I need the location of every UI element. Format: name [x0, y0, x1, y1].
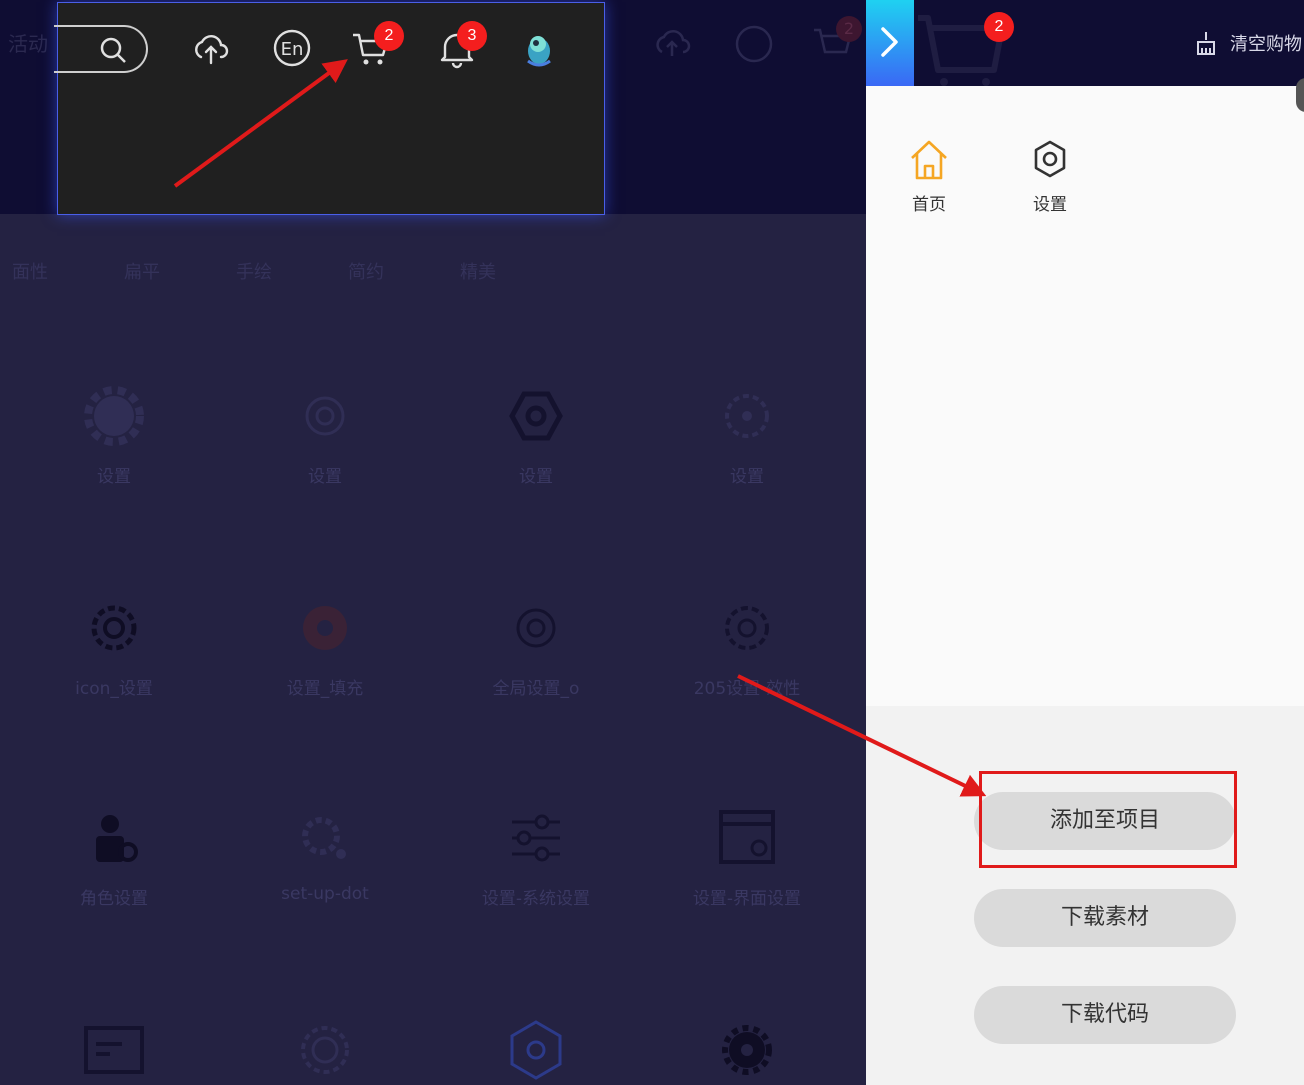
grid-item[interactable]: 设置 [225, 384, 425, 487]
tab-simple[interactable]: 简约 [348, 258, 384, 284]
grid-item[interactable]: 设置 [436, 384, 636, 487]
grid-item[interactable]: 205设置-效性 [647, 596, 847, 699]
gear-outline-icon [725, 606, 769, 650]
cloud-upload-icon [656, 30, 691, 56]
gear-outline-icon [516, 608, 556, 648]
gear-badge-icon [510, 1020, 562, 1080]
tab-exquisite[interactable]: 精美 [460, 258, 496, 284]
gear-dotted-icon [725, 394, 769, 438]
grid-item[interactable] [647, 1018, 847, 1085]
clear-cart-label: 清空购物 [1230, 34, 1302, 55]
language-en-icon[interactable]: En [271, 27, 313, 69]
scrollbar-thumb[interactable] [1296, 78, 1304, 112]
clear-cart-button[interactable]: 清空购物 [1194, 28, 1302, 58]
gear-outline-icon [305, 396, 345, 436]
sliders-icon [512, 814, 560, 862]
tab-flat[interactable]: 扁平 [124, 258, 160, 284]
panel-header: 2 清空购物 [866, 0, 1304, 86]
grid-item[interactable]: set-up-dot [225, 806, 425, 904]
nav-settings[interactable]: 设置 [1005, 138, 1095, 215]
grid-item[interactable]: 全局设置_o [436, 596, 636, 699]
grid-item[interactable]: 设置 [647, 384, 847, 487]
collapse-panel-button[interactable] [866, 0, 914, 86]
background-header-title: 活动 [8, 32, 48, 56]
download-code-button[interactable]: 下载代码 [974, 986, 1236, 1044]
gear-filled-icon [303, 606, 347, 650]
grid-item[interactable]: 设置-界面设置 [647, 806, 847, 909]
gear-filled-icon [722, 1025, 772, 1075]
grid-item[interactable]: 设置 [14, 384, 214, 487]
chevron-right-icon [881, 27, 898, 57]
nav-home-label: 首页 [912, 195, 946, 215]
notification-badge: 3 [457, 21, 487, 51]
add-to-project-button[interactable]: 添加至项目 [974, 792, 1236, 850]
broom-icon [1197, 32, 1215, 55]
gear-dot-icon [302, 817, 346, 859]
home-icon [911, 140, 947, 180]
action-area: 添加至项目 下载素材 下载代码 [866, 706, 1304, 1085]
grid-item[interactable]: 设置_填充 [225, 596, 425, 699]
grid-item[interactable]: icon_设置 [14, 596, 214, 699]
grid-item[interactable] [14, 1018, 214, 1085]
avatar[interactable] [518, 27, 560, 69]
cart-badge: 2 [836, 16, 862, 42]
style-tabs: 面性 扁平 手绘 简约 精美 [0, 214, 866, 322]
download-asset-button[interactable]: 下载素材 [974, 889, 1236, 947]
grid-item[interactable] [225, 1018, 425, 1085]
tab-hand-drawn[interactable]: 手绘 [236, 258, 272, 284]
nav-home[interactable]: 首页 [884, 138, 974, 215]
hex-nut-icon [509, 391, 563, 441]
search-icon[interactable] [98, 35, 128, 65]
cloud-upload-icon[interactable] [190, 27, 232, 69]
role-settings-icon [96, 815, 138, 862]
cart-side-panel: 2 清空购物 首页 设置 添加至项目 下载素材 下载代码 [866, 0, 1304, 1085]
window-settings-icon [719, 810, 775, 864]
grid-item[interactable] [436, 1018, 636, 1085]
cart-badge: 2 [374, 21, 404, 51]
grid-item[interactable]: 设置-系统设置 [436, 806, 636, 909]
tab-face[interactable]: 面性 [12, 258, 48, 284]
gear-filled-icon [84, 386, 144, 446]
nav-settings-label: 设置 [1033, 195, 1067, 215]
grid-item[interactable]: 角色设置 [14, 806, 214, 909]
toolbar-zoom-popup: En 2 3 [54, 2, 605, 215]
language-en-icon [735, 25, 773, 63]
gear-outline-icon [91, 605, 137, 651]
card-icon [84, 1026, 144, 1074]
cart-count-badge: 2 [984, 12, 1014, 42]
icon-grid: 设置 设置 设置 设置 icon_设置 设置_填充 全局设置_o 205设置-效… [0, 322, 866, 1085]
gear-icon [1034, 140, 1066, 178]
search-box[interactable] [54, 25, 148, 73]
svg-text:En: En [281, 39, 304, 60]
gear-outline-icon [301, 1026, 349, 1074]
